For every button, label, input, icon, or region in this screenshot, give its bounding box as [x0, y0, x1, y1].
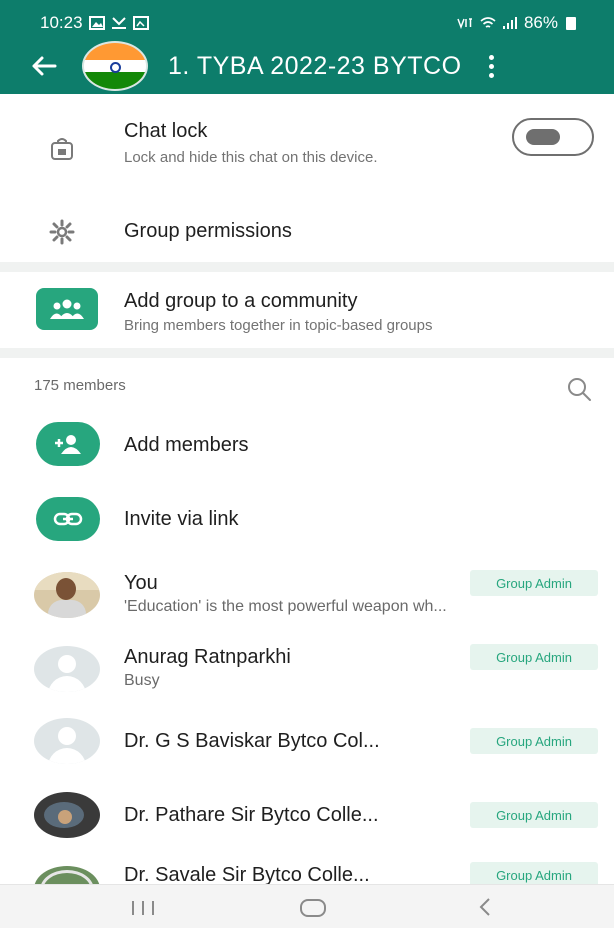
volte-icon [457, 18, 472, 30]
default-avatar-icon [58, 655, 76, 673]
member-name: Anurag Ratnparkhi [124, 646, 291, 668]
group-avatar[interactable] [82, 41, 148, 91]
back-button[interactable] [18, 42, 70, 90]
flag-orange-band [84, 43, 146, 60]
search-icon[interactable] [566, 376, 592, 407]
member-row[interactable]: Dr. Savale Sir Bytco Colle... Group Admi… [0, 858, 614, 884]
chat-lock-subtitle: Lock and hide this chat on this device. [124, 149, 378, 166]
admin-badge: Group Admin [470, 862, 598, 884]
add-members-label: Add members [124, 434, 249, 456]
chat-lock-icon [48, 136, 76, 164]
member-name: Dr. Savale Sir Bytco Colle... [124, 864, 370, 884]
arrow-left-icon [32, 56, 57, 76]
system-nav-bar [0, 884, 614, 928]
divider [0, 348, 614, 358]
admin-badge: Group Admin [470, 570, 598, 596]
community-title: Add group to a community [124, 290, 358, 312]
gallery-icon [88, 16, 105, 30]
avatar [34, 866, 100, 884]
member-name: Dr. Pathare Sir Bytco Colle... [124, 804, 379, 826]
signal-icon [502, 17, 517, 29]
community-subtitle: Bring members together in topic-based gr… [124, 317, 433, 334]
invite-link-label: Invite via link [124, 508, 239, 530]
status-bar: 10:23 86% [0, 0, 614, 38]
chat-lock-title: Chat lock [124, 120, 208, 142]
member-row[interactable]: Dr. G S Baviskar Bytco Col... Group Admi… [0, 712, 614, 778]
toggle-knob [526, 129, 560, 145]
wifi-icon [480, 17, 496, 28]
recents-icon[interactable] [132, 901, 154, 915]
image-icon [132, 16, 149, 30]
avatar [34, 718, 100, 764]
member-status: Busy [124, 672, 160, 689]
member-row[interactable]: You 'Education' is the most powerful wea… [0, 562, 614, 628]
default-avatar-icon [58, 727, 76, 745]
admin-badge: Group Admin [470, 644, 598, 670]
avatar [34, 792, 100, 838]
flag-green-band [84, 72, 146, 89]
link-icon [36, 497, 100, 541]
divider [0, 262, 614, 272]
group-title[interactable]: 1. TYBA 2022-23 BYTCO [168, 52, 462, 81]
chat-lock-toggle[interactable] [512, 118, 594, 156]
status-right: 86% [456, 8, 576, 38]
member-row[interactable]: Anurag Ratnparkhi Busy Group Admin [0, 636, 614, 702]
battery-percent: 86% [523, 13, 558, 32]
add-person-icon [36, 422, 100, 466]
member-name: You [124, 572, 158, 594]
group-permissions-title: Group permissions [124, 220, 292, 242]
app-bar: 1. TYBA 2022-23 BYTCO [0, 38, 614, 94]
battery-icon [566, 16, 576, 30]
group-permissions-row[interactable]: Group permissions [0, 200, 614, 260]
status-time: 10:23 [40, 13, 83, 32]
more-options-button[interactable] [482, 46, 502, 86]
members-count: 175 members [34, 377, 126, 394]
missed-call-icon [111, 17, 126, 29]
member-name: Dr. G S Baviskar Bytco Col... [124, 730, 380, 752]
back-icon[interactable] [478, 897, 492, 922]
gear-icon [48, 218, 76, 246]
community-icon [36, 288, 98, 330]
more-vertical-icon [489, 54, 495, 78]
admin-badge: Group Admin [470, 728, 598, 754]
status-left: 10:23 [40, 8, 149, 38]
member-row[interactable]: Dr. Pathare Sir Bytco Colle... Group Adm… [0, 786, 614, 852]
home-icon[interactable] [300, 899, 326, 917]
avatar [34, 646, 100, 692]
avatar [34, 572, 100, 618]
admin-badge: Group Admin [470, 802, 598, 828]
flag-wheel-icon [110, 62, 121, 73]
member-status: 'Education' is the most powerful weapon … [124, 598, 447, 615]
